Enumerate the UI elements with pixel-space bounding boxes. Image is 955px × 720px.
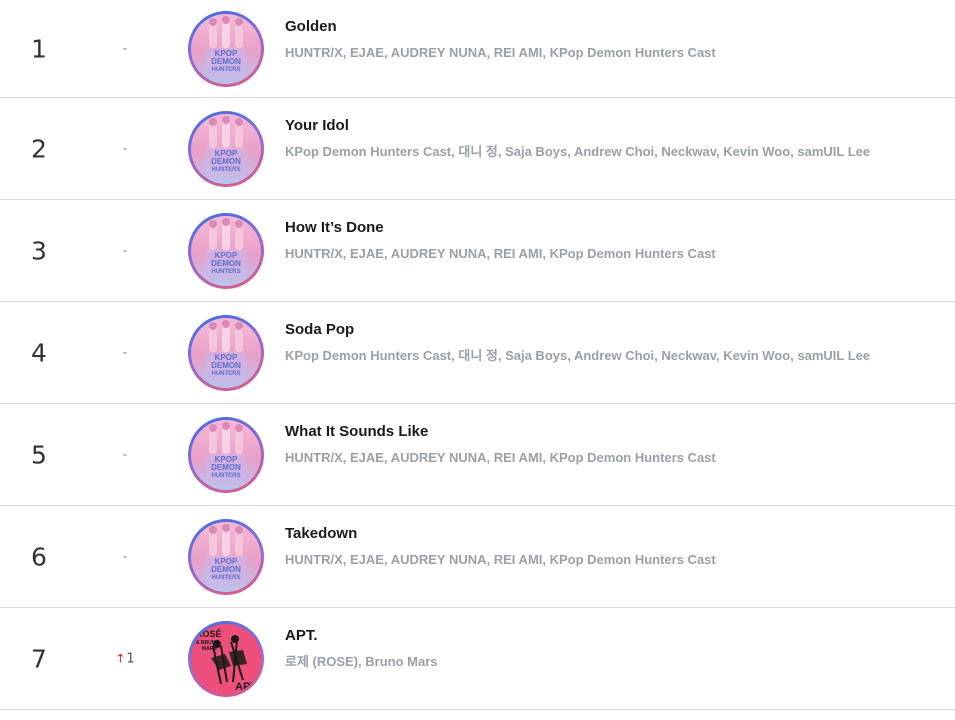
svg-text:HUNTERS: HUNTERS [211,167,240,173]
track-info: Golden HUNTR/X, EJAE, AUDREY NUNA, REI A… [285,17,945,61]
track-artists[interactable]: 로제 (ROSE), Bruno Mars [285,653,945,670]
rank-number: 7 [31,644,47,673]
rank-number: 3 [31,236,47,265]
kpop-demon-hunters-cover-art: KPOP DEMON HUNTERS [191,215,261,286]
rank-number: 1 [31,34,47,63]
album-cover[interactable]: KPOP DEMON HUNTERS [188,416,264,493]
album-cover[interactable]: KPOP DEMON HUNTERS [188,212,264,289]
album-cover[interactable]: ROSÉ & BRUNO MARS APT [188,620,264,697]
rank-change: - [122,41,128,56]
track-info: Your Idol KPop Demon Hunters Cast, 대니 정,… [285,116,945,160]
chart-row[interactable]: 1 - KPOP DEMON HUNTERS Golden HUNTR/X, E… [0,0,955,98]
svg-text:HUNTERS: HUNTERS [211,67,240,73]
track-info: APT. 로제 (ROSE), Bruno Mars [285,626,945,670]
up-arrow-icon: ↑ [115,651,126,665]
chart-row[interactable]: 2 - KPOP DEMON HUNTERS Your Idol KPop De… [0,98,955,200]
svg-text:DEMON: DEMON [211,259,241,268]
kpop-demon-hunters-cover-art: KPOP DEMON HUNTERS [191,113,261,184]
track-title[interactable]: APT. [285,626,945,646]
track-title[interactable]: What It Sounds Like [285,422,945,442]
track-info: Soda Pop KPop Demon Hunters Cast, 대니 정, … [285,320,945,364]
track-info: What It Sounds Like HUNTR/X, EJAE, AUDRE… [285,422,945,466]
svg-text:HUNTERS: HUNTERS [211,473,240,479]
svg-text:ROSÉ: ROSÉ [196,629,222,639]
track-artists[interactable]: KPop Demon Hunters Cast, 대니 정, Saja Boys… [285,143,945,160]
svg-text:HUNTERS: HUNTERS [211,575,240,581]
rank-change-value: 1 [126,651,135,666]
track-title[interactable]: Soda Pop [285,320,945,340]
chart-row[interactable]: 4 - KPOP DEMON HUNTERS Soda Pop KPop Dem… [0,302,955,404]
track-title[interactable]: How It’s Done [285,218,945,238]
chart-row[interactable]: 3 - KPOP DEMON HUNTERS How It’s Done HUN… [0,200,955,302]
kpop-demon-hunters-cover-art: KPOP DEMON HUNTERS [191,317,261,388]
svg-text:APT: APT [235,681,257,693]
chart-row[interactable]: 7 ↑1 ROSÉ & BRUNO MARS APT APT. 로제 (ROSE… [0,608,955,710]
svg-text:DEMON: DEMON [211,565,241,574]
svg-text:DEMON: DEMON [211,57,241,66]
album-cover[interactable]: KPOP DEMON HUNTERS [188,314,264,391]
kpop-demon-hunters-cover-art: KPOP DEMON HUNTERS [191,521,261,592]
chart-row[interactable]: 5 - KPOP DEMON HUNTERS What It Sounds Li… [0,404,955,506]
rank-change: - [122,141,128,156]
rank-number: 2 [31,134,47,163]
svg-text:HUNTERS: HUNTERS [211,269,240,275]
rank-change: - [122,243,128,258]
track-title[interactable]: Golden [285,17,945,37]
rank-change: - [122,345,128,360]
svg-text:HUNTERS: HUNTERS [211,371,240,377]
svg-text:DEMON: DEMON [211,157,241,166]
album-cover[interactable]: KPOP DEMON HUNTERS [188,110,264,187]
rank-number: 5 [31,440,47,469]
chart-list: 1 - KPOP DEMON HUNTERS Golden HUNTR/X, E… [0,0,955,710]
rank-change: - [122,549,128,564]
rank-number: 4 [31,338,47,367]
track-artists[interactable]: KPop Demon Hunters Cast, 대니 정, Saja Boys… [285,347,945,364]
album-cover[interactable]: KPOP DEMON HUNTERS [188,518,264,595]
track-title[interactable]: Takedown [285,524,945,544]
track-artists[interactable]: HUNTR/X, EJAE, AUDREY NUNA, REI AMI, KPo… [285,245,945,262]
kpop-demon-hunters-cover-art: KPOP DEMON HUNTERS [191,419,261,490]
album-cover[interactable]: KPOP DEMON HUNTERS [188,10,264,87]
track-title[interactable]: Your Idol [285,116,945,136]
track-artists[interactable]: HUNTR/X, EJAE, AUDREY NUNA, REI AMI, KPo… [285,44,945,61]
track-artists[interactable]: HUNTR/X, EJAE, AUDREY NUNA, REI AMI, KPo… [285,449,945,466]
track-info: How It’s Done HUNTR/X, EJAE, AUDREY NUNA… [285,218,945,262]
rank-number: 6 [31,542,47,571]
kpop-demon-hunters-cover-art: KPOP DEMON HUNTERS [191,13,261,84]
svg-text:MARS: MARS [202,646,217,652]
rank-change: - [122,447,128,462]
chart-row[interactable]: 6 - KPOP DEMON HUNTERS Takedown HUNTR/X,… [0,506,955,608]
track-info: Takedown HUNTR/X, EJAE, AUDREY NUNA, REI… [285,524,945,568]
svg-text:DEMON: DEMON [211,463,241,472]
rank-change: ↑1 [100,651,150,666]
svg-text:DEMON: DEMON [211,361,241,370]
apt-cover-art: ROSÉ & BRUNO MARS APT [191,623,261,694]
track-artists[interactable]: HUNTR/X, EJAE, AUDREY NUNA, REI AMI, KPo… [285,551,945,568]
